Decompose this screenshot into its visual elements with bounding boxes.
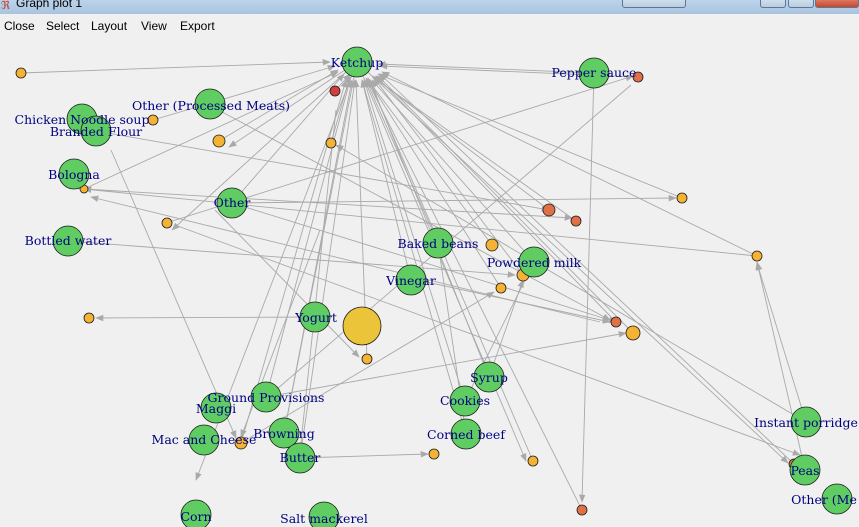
graph-edge (265, 79, 352, 398)
node-label: Pepper sauce (552, 65, 637, 80)
graph-node[interactable] (147, 114, 159, 126)
node-label: Other (Me (791, 492, 857, 507)
graph-edge (488, 279, 524, 378)
node-label: Vinegar (385, 273, 436, 288)
maximize-button[interactable] (788, 0, 814, 8)
graph-node[interactable] (485, 238, 499, 252)
node-label: Peas (790, 463, 819, 478)
window-titlebar: ℜ Graph plot 1 (0, 0, 859, 14)
node-label: Other (Processed Meats) (132, 98, 290, 113)
node-label: Other (214, 195, 251, 210)
node-label: Syrup (470, 370, 508, 385)
menu-close[interactable]: Close (4, 18, 35, 34)
node-label: Bottled water (25, 233, 112, 248)
node-label: Mac and Cheese (152, 432, 257, 447)
graph-node[interactable] (161, 217, 173, 229)
node-label: Yogurt (294, 310, 337, 325)
r-logo-icon: ℜ (1, 0, 10, 12)
graph-node[interactable] (570, 215, 582, 227)
menu-export[interactable]: Export (180, 18, 215, 34)
graph-node[interactable] (15, 67, 27, 79)
minimize-button[interactable] (760, 0, 786, 8)
node-label: Corned beef (427, 427, 506, 442)
node-label: Ketchup (331, 55, 384, 70)
menu-bar: Close Select Layout View Export (0, 16, 859, 38)
graph-edge (95, 314, 316, 322)
graph-edge (755, 261, 806, 471)
node-label: Cookies (440, 393, 490, 408)
graph-node[interactable] (676, 192, 688, 204)
close-window-button[interactable] (815, 0, 859, 8)
graph-node[interactable] (329, 85, 341, 97)
window-title: Graph plot 1 (16, 0, 83, 10)
menu-layout[interactable]: Layout (91, 18, 127, 34)
graph-node[interactable] (751, 250, 763, 262)
graph-node[interactable] (576, 504, 588, 516)
graph-canvas[interactable]: Ketchup Pepper sauce Other (Processed Meat… (0, 38, 859, 527)
node-label: Butter (280, 450, 321, 465)
node-label: Instant porridge (754, 415, 858, 430)
titlebar-extra-button[interactable] (622, 0, 686, 8)
graph-node-large[interactable] (342, 306, 382, 346)
node-label: Browning (253, 426, 315, 441)
graph-node[interactable] (325, 137, 337, 149)
graph-edge (578, 72, 595, 503)
menu-select[interactable]: Select (46, 18, 79, 34)
node-label: Powdered milk (487, 255, 582, 270)
graph-edge (756, 262, 807, 423)
graph-node[interactable] (83, 312, 95, 324)
graph-edge (265, 331, 627, 398)
node-label: Corn (180, 509, 211, 524)
node-label: Maggi (196, 401, 236, 416)
graph-node[interactable] (361, 353, 373, 365)
node-label: Bologna (48, 167, 100, 182)
graph-node[interactable] (625, 325, 641, 341)
graph-node[interactable] (212, 134, 226, 148)
node-label: Salt mackerel (280, 511, 368, 526)
graph-node[interactable] (527, 455, 539, 467)
graph-edge (20, 59, 331, 74)
graph-edge (231, 194, 677, 204)
graph-node[interactable] (542, 203, 556, 217)
graph-node[interactable] (495, 282, 507, 294)
menu-view[interactable]: View (141, 18, 167, 34)
graph-edge (95, 130, 550, 212)
graph-node[interactable] (428, 448, 440, 460)
graph-node[interactable] (610, 316, 622, 328)
graph-edge (214, 209, 360, 358)
node-label: Branded Flour (50, 124, 142, 139)
node-label: Baked beans (398, 236, 479, 251)
network-graph[interactable]: Ketchup Pepper sauce Other (Processed Meat… (0, 38, 859, 527)
